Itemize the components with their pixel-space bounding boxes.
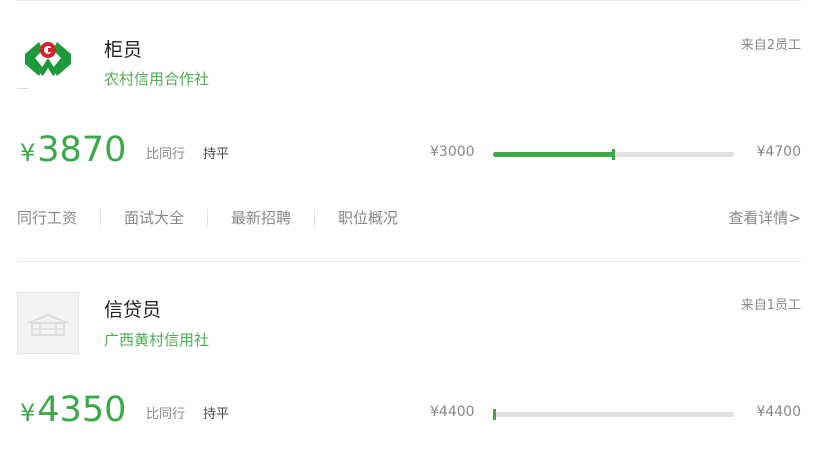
salary-range-fill [493, 152, 614, 157]
company-name[interactable]: 农村信用合作社 [104, 68, 209, 89]
job-card-2[interactable]: 信贷员 广西黄村信用社 来自1员工 ¥4350 比同行 持平 ¥4400 ¥44… [0, 262, 816, 461]
source-count: 来自1员工 [740, 298, 801, 313]
company-logo-placeholder [17, 292, 79, 354]
salary-range-marker [493, 409, 496, 420]
view-details-link[interactable]: 查看详情> [728, 207, 801, 228]
salary-range-marker [612, 149, 615, 160]
link-peer-salary[interactable]: 同行工资 [17, 207, 77, 228]
job-title[interactable]: 柜员 [104, 35, 142, 62]
link-job-overview[interactable]: 职位概况 [338, 207, 398, 228]
currency-symbol: ¥ [20, 399, 36, 427]
link-separator [100, 208, 102, 227]
rural-credit-cooperative-logo [25, 42, 71, 76]
compare-value: 持平 [203, 147, 230, 162]
range-min: ¥3000 [430, 144, 475, 160]
company-name[interactable]: 广西黄村信用社 [104, 329, 209, 350]
card-links: 同行工资 面试大全 最新招聘 职位概况 [17, 207, 398, 228]
currency-symbol: ¥ [20, 139, 36, 167]
link-interviews[interactable]: 面试大全 [124, 207, 184, 228]
salary-number: 3870 [37, 130, 127, 170]
salary-value: ¥3870 [20, 130, 126, 170]
job-title[interactable]: 信贷员 [104, 295, 161, 322]
compare-label: 比同行 [146, 147, 186, 162]
range-max: ¥4400 [756, 404, 801, 420]
compare-label: 比同行 [146, 407, 186, 422]
logo-underline [17, 88, 29, 89]
salary-range-bar [493, 149, 734, 160]
salary-number: 4350 [37, 390, 127, 430]
range-max: ¥4700 [756, 144, 801, 160]
building-placeholder-icon [27, 313, 69, 336]
link-separator [314, 208, 316, 227]
company-logo-icon [17, 28, 79, 90]
job-card-1[interactable]: 柜员 农村信用合作社 来自2员工 ¥3870 比同行 持平 ¥3000 ¥470… [0, 0, 816, 262]
link-separator [207, 208, 209, 227]
link-latest-jobs[interactable]: 最新招聘 [231, 207, 291, 228]
source-count: 来自2员工 [740, 38, 801, 53]
range-min: ¥4400 [430, 404, 475, 420]
salary-value: ¥4350 [20, 390, 126, 430]
compare-value: 持平 [203, 407, 230, 422]
salary-range-bar [493, 409, 734, 420]
